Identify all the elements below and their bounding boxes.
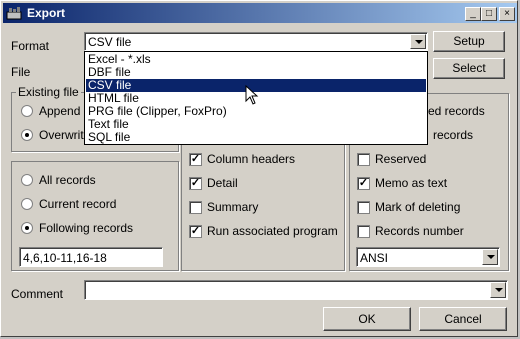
records-number-label: Records number bbox=[375, 224, 464, 238]
all-records-label: All records bbox=[39, 173, 96, 187]
chevron-down-icon[interactable] bbox=[490, 282, 506, 298]
mark-deleting-label: Mark of deleting bbox=[375, 200, 461, 214]
maximize-button[interactable]: □ bbox=[481, 7, 497, 21]
append-label: Append bbox=[39, 104, 81, 118]
cancel-button[interactable]: Cancel bbox=[419, 307, 507, 331]
title-bar[interactable]: Export _ □ × bbox=[3, 3, 517, 23]
minimize-button[interactable]: _ bbox=[465, 7, 481, 21]
list-item[interactable]: SQL file bbox=[86, 131, 426, 144]
records-number-checkbox[interactable] bbox=[357, 225, 370, 238]
partial-option-1: ed records bbox=[428, 104, 485, 118]
chevron-down-icon[interactable] bbox=[410, 34, 426, 49]
setup-button[interactable]: Setup bbox=[433, 31, 505, 52]
comment-label: Comment bbox=[11, 287, 64, 301]
existing-file-title: Existing file bbox=[16, 85, 81, 99]
encoding-value: ANSI bbox=[360, 251, 389, 265]
column-headers-checkbox[interactable]: ✓ bbox=[189, 153, 202, 166]
list-item[interactable]: Excel - *.xls bbox=[86, 53, 426, 66]
mouse-pointer-icon bbox=[245, 85, 259, 105]
current-record-label: Current record bbox=[39, 197, 117, 211]
records-range-value: 4,6,10-11,16-18 bbox=[23, 251, 107, 265]
window-title: Export bbox=[27, 6, 66, 20]
file-label: File bbox=[11, 65, 31, 79]
chevron-down-icon[interactable] bbox=[482, 249, 498, 265]
close-button[interactable]: × bbox=[499, 7, 515, 21]
reserved-checkbox[interactable] bbox=[357, 153, 370, 166]
encoding-select[interactable]: ANSI bbox=[356, 247, 500, 267]
summary-checkbox[interactable] bbox=[189, 201, 202, 214]
detail-checkbox[interactable]: ✓ bbox=[189, 177, 202, 190]
append-radio[interactable] bbox=[21, 105, 33, 117]
partial-option-2: records bbox=[433, 128, 474, 142]
run-program-label: Run associated program bbox=[207, 224, 338, 238]
app-icon bbox=[6, 7, 22, 20]
format-value: CSV file bbox=[88, 35, 132, 49]
format-label: Format bbox=[11, 39, 50, 53]
overwrite-label: Overwrite bbox=[39, 128, 91, 142]
ok-button[interactable]: OK bbox=[323, 307, 411, 331]
reserved-label: Reserved bbox=[375, 152, 427, 166]
summary-label: Summary bbox=[207, 200, 259, 214]
column-headers-label: Column headers bbox=[207, 152, 296, 166]
current-record-radio[interactable] bbox=[21, 198, 33, 210]
format-combobox[interactable]: CSV file bbox=[84, 32, 428, 51]
comment-input[interactable] bbox=[84, 280, 508, 300]
following-records-label: Following records bbox=[39, 221, 134, 235]
list-item[interactable]: PRG file (Clipper, FoxPro) bbox=[86, 105, 426, 118]
detail-label: Detail bbox=[207, 176, 238, 190]
export-dialog: Export _ □ × Format CSV file Setup File … bbox=[0, 0, 518, 337]
select-button[interactable]: Select bbox=[433, 58, 505, 79]
list-item[interactable]: DBF file bbox=[86, 66, 426, 79]
mark-deleting-checkbox[interactable] bbox=[357, 201, 370, 214]
memo-checkbox[interactable]: ✓ bbox=[357, 177, 370, 190]
memo-label: Memo as text bbox=[375, 176, 448, 190]
records-range-input[interactable]: 4,6,10-11,16-18 bbox=[19, 247, 163, 267]
following-records-radio[interactable] bbox=[21, 222, 33, 234]
list-item[interactable]: Text file bbox=[86, 118, 426, 131]
all-records-radio[interactable] bbox=[21, 174, 33, 186]
overwrite-radio[interactable] bbox=[21, 129, 33, 141]
run-program-checkbox[interactable]: ✓ bbox=[189, 225, 202, 238]
